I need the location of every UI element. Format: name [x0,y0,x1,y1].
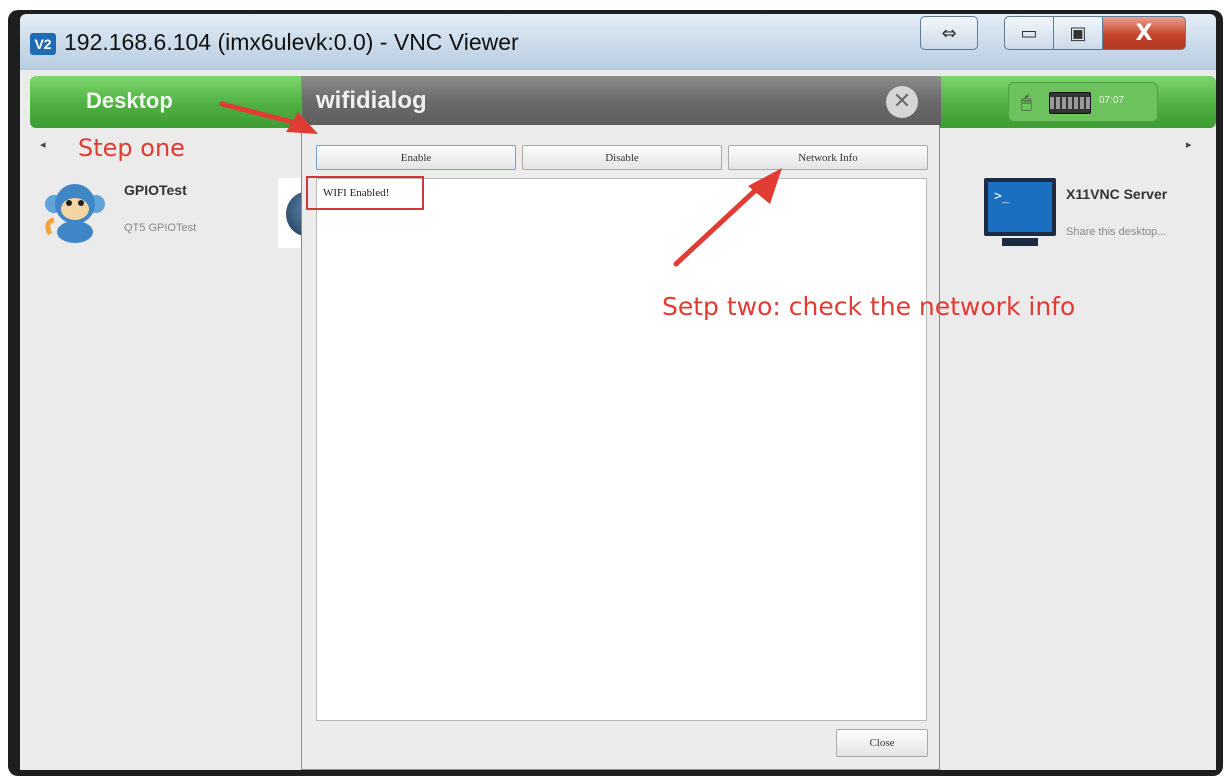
annotation-arrows [219,101,782,267]
arrow-step-two [673,168,782,267]
arrow-step-one [219,101,318,134]
